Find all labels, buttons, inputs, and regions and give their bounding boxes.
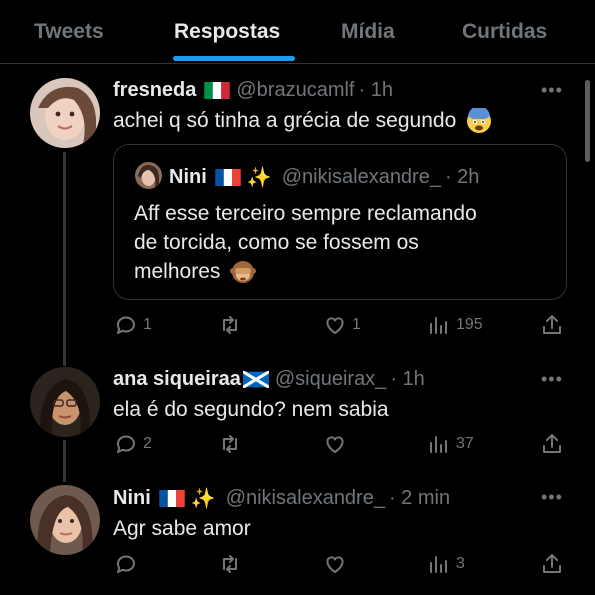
like-count: 1 bbox=[352, 316, 361, 333]
share-icon bbox=[543, 434, 561, 453]
reply-count: 1 bbox=[143, 316, 152, 333]
views-button[interactable]: 3 bbox=[427, 552, 465, 576]
see-no-evil-monkey-emoji-icon bbox=[230, 261, 257, 284]
thread-line bbox=[63, 440, 66, 482]
like-button[interactable] bbox=[323, 552, 347, 576]
share-icon bbox=[543, 554, 561, 573]
fearful-face-emoji-icon bbox=[467, 108, 492, 134]
display-name[interactable]: ana siqueiraa bbox=[113, 368, 241, 391]
post-header: fresneda @brazucamlf · 1h bbox=[113, 79, 393, 102]
post-text: ela é do segundo? nem sabia bbox=[113, 398, 389, 421]
reply-count: 2 bbox=[143, 435, 152, 452]
reply-button[interactable]: 2 bbox=[114, 432, 152, 456]
quoted-text-line-content: melhores bbox=[134, 260, 221, 283]
reply-button[interactable]: 1 bbox=[114, 313, 152, 337]
france-flag-icon bbox=[215, 169, 241, 186]
quoted-text-line: melhores bbox=[134, 257, 477, 286]
view-count: 3 bbox=[456, 555, 465, 572]
quoted-avatar bbox=[135, 162, 162, 189]
quoted-timestamp: · 2h bbox=[444, 166, 480, 188]
retweet-icon bbox=[223, 555, 237, 573]
avatar[interactable] bbox=[30, 78, 100, 148]
france-flag-icon bbox=[159, 490, 185, 507]
heart-icon bbox=[326, 556, 344, 573]
timestamp[interactable]: · 1h bbox=[390, 368, 424, 391]
more-options-icon[interactable]: ••• bbox=[541, 80, 563, 101]
sparkles-icon: ✨ bbox=[246, 167, 272, 189]
quoted-header: Nini ✨ @nikisalexandre_ · 2h bbox=[169, 165, 479, 190]
view-count: 195 bbox=[456, 316, 483, 333]
reply-icon bbox=[116, 435, 135, 453]
active-tab-indicator bbox=[173, 56, 295, 61]
retweet-button[interactable] bbox=[218, 313, 242, 337]
like-button[interactable] bbox=[323, 432, 347, 456]
post-text: Agr sabe amor bbox=[113, 517, 251, 540]
share-button[interactable] bbox=[540, 552, 564, 576]
display-name[interactable]: fresneda bbox=[113, 79, 196, 102]
post-header: ana siqueiraa @siqueirax_ · 1h bbox=[113, 368, 425, 391]
handle[interactable]: @brazucamlf bbox=[236, 79, 354, 102]
retweet-button[interactable] bbox=[218, 432, 242, 456]
heart-icon bbox=[326, 436, 344, 453]
sparkles-icon: ✨ bbox=[190, 488, 216, 510]
post-header: Nini ✨ @nikisalexandre_ · 2 min bbox=[113, 486, 450, 511]
reply-icon bbox=[116, 316, 135, 334]
share-button[interactable] bbox=[540, 432, 564, 456]
views-chart-icon bbox=[430, 317, 447, 334]
profile-tabs: Tweets Respostas Mídia Curtidas bbox=[0, 0, 595, 64]
timestamp[interactable]: · 2 min bbox=[389, 487, 450, 510]
views-chart-icon bbox=[430, 436, 447, 453]
views-button[interactable]: 37 bbox=[427, 432, 474, 456]
share-button[interactable] bbox=[540, 313, 564, 337]
timestamp[interactable]: · 1h bbox=[359, 79, 393, 102]
tab-curtidas[interactable]: Curtidas bbox=[462, 20, 547, 44]
share-icon bbox=[543, 315, 561, 334]
quoted-display-name: Nini bbox=[169, 166, 207, 188]
scrollbar[interactable] bbox=[585, 80, 590, 162]
more-options-icon[interactable]: ••• bbox=[541, 369, 563, 390]
display-name[interactable]: Nini bbox=[113, 487, 151, 510]
avatar[interactable] bbox=[30, 485, 100, 555]
views-button[interactable]: 195 bbox=[427, 313, 483, 337]
quoted-handle: @nikisalexandre_ bbox=[281, 166, 441, 188]
tabs-divider bbox=[0, 63, 595, 64]
tab-midia[interactable]: Mídia bbox=[341, 20, 395, 44]
quoted-text-line: de torcida, como se fossem os bbox=[134, 231, 419, 254]
heart-icon bbox=[326, 317, 344, 334]
handle[interactable]: @siqueirax_ bbox=[275, 368, 386, 391]
reply-button[interactable] bbox=[114, 552, 138, 576]
thread-line bbox=[63, 152, 66, 366]
quoted-text-line: Aff esse terceiro sempre reclamando bbox=[134, 202, 477, 225]
scotland-flag-icon bbox=[242, 371, 269, 388]
reply-icon bbox=[116, 555, 135, 573]
more-options-icon[interactable]: ••• bbox=[541, 487, 563, 508]
retweet-icon bbox=[223, 435, 237, 453]
views-chart-icon bbox=[430, 556, 447, 573]
handle[interactable]: @nikisalexandre_ bbox=[226, 487, 385, 510]
retweet-button[interactable] bbox=[218, 552, 242, 576]
quoted-text: Aff esse terceiro sempre reclamando de t… bbox=[134, 199, 477, 286]
tab-tweets[interactable]: Tweets bbox=[34, 20, 104, 44]
tab-respostas[interactable]: Respostas bbox=[174, 20, 280, 44]
retweet-icon bbox=[223, 316, 237, 334]
like-button[interactable]: 1 bbox=[323, 313, 361, 337]
avatar[interactable] bbox=[30, 367, 100, 437]
post-text: achei q só tinha a grécia de segundo bbox=[113, 106, 492, 135]
view-count: 37 bbox=[456, 435, 474, 452]
italy-flag-icon bbox=[204, 82, 231, 99]
post-text-content: achei q só tinha a grécia de segundo bbox=[113, 109, 457, 132]
